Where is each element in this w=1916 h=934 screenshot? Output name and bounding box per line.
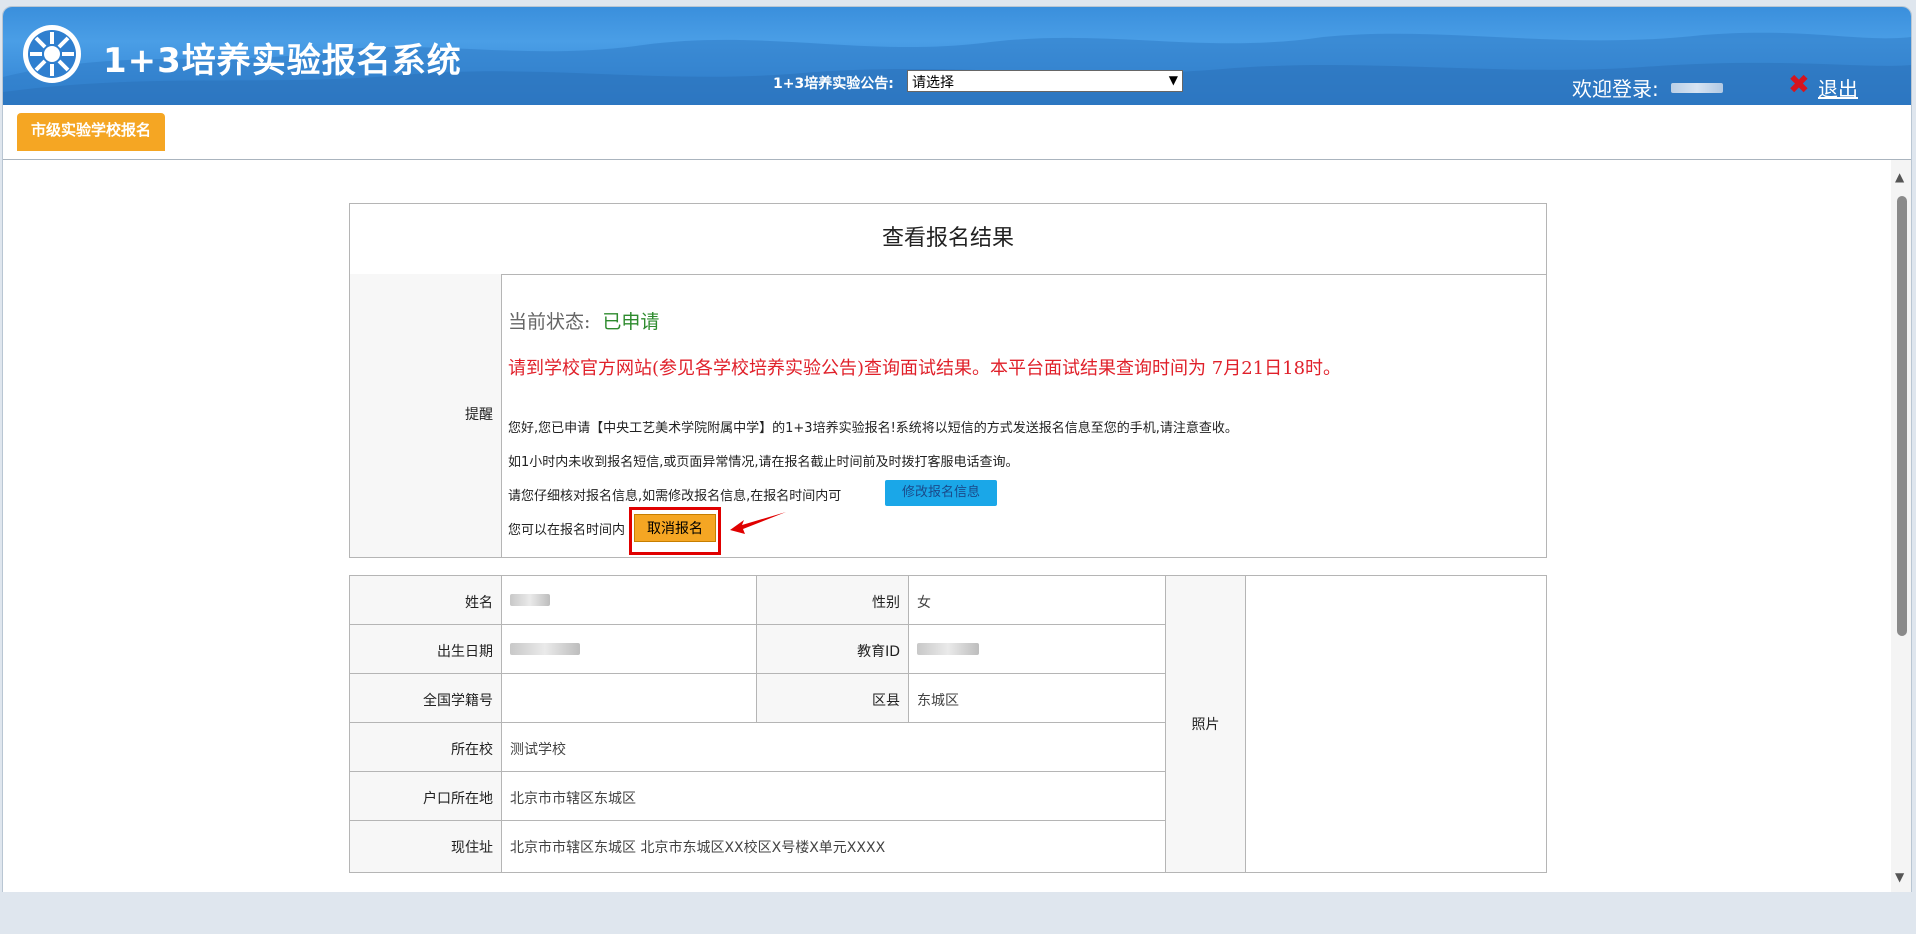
status-value: 已申请: [602, 311, 660, 333]
school-label-cell: 所在校: [350, 723, 502, 772]
hukou-label-cell: 户口所在地: [350, 772, 502, 821]
photo-cell: [1246, 576, 1546, 872]
info-line-1: 您好,您已申请【中央工艺美术学院附属中学】的1+3培养实验报名!系统将以短信的方…: [508, 421, 1238, 436]
modify-registration-button[interactable]: 修改报名信息: [885, 480, 997, 506]
birth-value-cell: [502, 625, 757, 674]
hukou-value: 北京市市辖区东城区: [510, 791, 636, 807]
address-label: 现住址: [451, 840, 493, 856]
student-info-table: 姓名 性别 女 出生日期 教育ID 全国学籍号 区县 东城区 所在校 测试学校 …: [349, 575, 1547, 873]
highlight-box: [629, 507, 721, 555]
school-label: 所在校: [451, 742, 493, 758]
info-line-3: 请您仔细核对报名信息,如需修改报名信息,在报名时间内可: [508, 489, 842, 504]
chevron-down-icon: ▼: [1168, 73, 1178, 87]
gender-value: 女: [917, 595, 931, 611]
status-label: 当前状态:: [508, 311, 591, 333]
registration-result-panel: 查看报名结果 提醒 当前状态: 已申请 请到学校官方网站(参见各学校培养实验公告)…: [349, 203, 1547, 558]
birth-label: 出生日期: [437, 644, 493, 660]
tab-city-school-registration[interactable]: 市级实验学校报名: [17, 113, 165, 151]
hukou-label: 户口所在地: [423, 791, 493, 807]
edu-id-label: 教育ID: [857, 644, 900, 660]
interview-notice: 请到学校官方网站(参见各学校培养实验公告)查询面试结果。本平台面试结果查询时间为…: [508, 358, 1342, 379]
name-label-cell: 姓名: [350, 576, 502, 625]
district-label: 区县: [872, 693, 900, 709]
info-line-4: 您可以在报名时间内: [508, 523, 626, 538]
scroll-down-icon[interactable]: ▼: [1895, 870, 1904, 884]
district-value-cell: 东城区: [909, 674, 1166, 723]
district-label-cell: 区县: [757, 674, 909, 723]
edu-id-redacted: [917, 643, 979, 655]
student-no-value-cell: [502, 674, 757, 723]
notice-select[interactable]: 请选择 ▼: [907, 70, 1183, 92]
name-redacted: [510, 594, 550, 606]
scroll-up-icon[interactable]: ▲: [1895, 170, 1904, 184]
bottom-strip: [0, 892, 1916, 934]
reminder-label-cell: 提醒: [350, 274, 502, 557]
name-value-cell: [502, 576, 757, 625]
vertical-scrollbar[interactable]: ▲ ▼: [1891, 160, 1911, 893]
birth-redacted: [510, 643, 580, 655]
status-line: 当前状态: 已申请: [508, 307, 659, 334]
notice-select-value: 请选择: [912, 75, 954, 91]
welcome-text: 欢迎登录:: [1572, 77, 1659, 101]
photo-label-cell: 照片: [1166, 576, 1246, 872]
district-value: 东城区: [917, 693, 959, 709]
student-no-label: 全国学籍号: [423, 693, 493, 709]
gender-label-cell: 性别: [757, 576, 909, 625]
school-value-cell: 测试学校: [502, 723, 1166, 772]
name-label: 姓名: [465, 595, 493, 611]
notice-label: 1+3培养实验公告:: [773, 76, 894, 92]
arrow-annotation-icon: [730, 512, 786, 534]
browser-window: 1+3培养实验报名系统 1+3培养实验公告: 请选择 ▼ 欢迎登录: ✖ 退出 …: [2, 6, 1912, 894]
hukou-value-cell: 北京市市辖区东城区: [502, 772, 1166, 821]
edu-id-value-cell: [909, 625, 1166, 674]
reminder-label: 提醒: [465, 407, 493, 423]
student-no-label-cell: 全国学籍号: [350, 674, 502, 723]
address-value: 北京市市辖区东城区 北京市东城区XX校区X号楼X单元XXXX: [510, 840, 886, 856]
birth-label-cell: 出生日期: [350, 625, 502, 674]
school-value: 测试学校: [510, 742, 566, 758]
system-logo-icon: [23, 25, 81, 83]
panel-title: 查看报名结果: [350, 204, 1546, 275]
gender-label: 性别: [872, 595, 900, 611]
address-label-cell: 现住址: [350, 821, 502, 872]
scrollbar-thumb[interactable]: [1897, 196, 1907, 636]
edu-id-label-cell: 教育ID: [757, 625, 909, 674]
main-content: 查看报名结果 提醒 当前状态: 已申请 请到学校官方网站(参见各学校培养实验公告)…: [3, 160, 1891, 893]
username-redacted: [1671, 83, 1723, 93]
info-line-2: 如1小时内未收到报名短信,或页面异常情况,请在报名截止时间前及时拨打客服电话查询…: [508, 455, 1019, 470]
system-title: 1+3培养实验报名系统: [103, 41, 462, 81]
tab-bar: 市级实验学校报名: [3, 105, 1911, 160]
photo-label: 照片: [1191, 717, 1220, 733]
address-value-cell: 北京市市辖区东城区 北京市东城区XX校区X号楼X单元XXXX: [502, 821, 1166, 872]
logout-link[interactable]: 退出: [1818, 73, 1858, 102]
close-icon[interactable]: ✖: [1788, 70, 1810, 100]
gender-value-cell: 女: [909, 576, 1166, 625]
header-banner: 1+3培养实验报名系统 1+3培养实验公告: 请选择 ▼ 欢迎登录: ✖ 退出: [3, 7, 1911, 105]
